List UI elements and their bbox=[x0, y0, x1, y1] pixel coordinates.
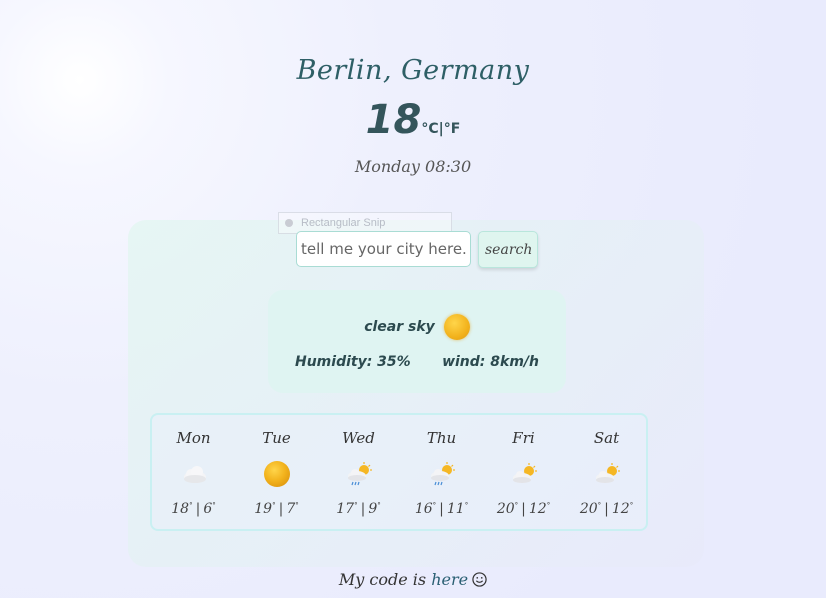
forecast-min-temp: 12 bbox=[611, 501, 630, 517]
sun-cloud-rain-icon bbox=[344, 459, 374, 489]
forecast-day-name: Fri bbox=[512, 429, 535, 447]
forecast-day: Fri 20° | 12° bbox=[482, 415, 565, 529]
sun-cloud-icon bbox=[592, 459, 622, 489]
forecast-temps: 17° | 9° bbox=[317, 501, 400, 517]
forecast-day: Wed 17° | 9° bbox=[317, 415, 400, 529]
sun-cloud-icon bbox=[509, 459, 539, 489]
fahrenheit-link[interactable]: °F bbox=[444, 121, 461, 137]
temp-separator: | bbox=[360, 501, 366, 517]
smiley-icon bbox=[472, 572, 487, 587]
forecast-max-temp: 17 bbox=[336, 501, 355, 517]
forecast-min-temp: 9 bbox=[368, 501, 378, 517]
cloud-icon bbox=[179, 459, 209, 489]
forecast-day-name: Wed bbox=[342, 429, 375, 447]
unit-toggle: °C|°F bbox=[421, 121, 460, 137]
temperature-value: 18 bbox=[365, 97, 422, 143]
humidity-text: Humidity: 35% bbox=[295, 354, 411, 370]
sun-icon bbox=[443, 314, 470, 340]
search-button[interactable]: search bbox=[478, 231, 538, 268]
degree-symbol: ° bbox=[464, 501, 469, 510]
snip-label: Rectangular Snip bbox=[301, 217, 386, 229]
forecast-panel: Mon 18° | 6° Tue 19° | 7° Wed 17° | 9° Thu 16° | 11° Fri… bbox=[150, 413, 648, 531]
wind-text: wind: 8km/h bbox=[442, 354, 539, 370]
degree-symbol: ° bbox=[629, 501, 634, 510]
forecast-day: Mon 18° | 6° bbox=[152, 415, 235, 529]
forecast-day: Thu 16° | 11° bbox=[400, 415, 483, 529]
forecast-temps: 20° | 12° bbox=[565, 501, 648, 517]
forecast-max-temp: 20 bbox=[579, 501, 598, 517]
forecast-min-temp: 12 bbox=[528, 501, 547, 517]
forecast-max-temp: 20 bbox=[496, 501, 515, 517]
degree-symbol: ° bbox=[272, 501, 276, 510]
degree-symbol: ° bbox=[354, 501, 358, 510]
weather-details-row: Humidity: 35% wind: 8km/h bbox=[295, 354, 539, 370]
search-input[interactable] bbox=[296, 231, 471, 267]
current-weather-panel: clear sky Humidity: 35% wind: 8km/h bbox=[268, 290, 566, 393]
degree-symbol: ° bbox=[189, 501, 193, 510]
forecast-max-temp: 18 bbox=[171, 501, 190, 517]
current-datetime: Monday 08:30 bbox=[354, 157, 472, 176]
forecast-temps: 20° | 12° bbox=[482, 501, 565, 517]
city-title: Berlin, Germany bbox=[296, 55, 530, 86]
forecast-temps: 19° | 7° bbox=[235, 501, 318, 517]
forecast-temps: 16° | 11° bbox=[400, 501, 483, 517]
forecast-day-name: Mon bbox=[176, 429, 211, 447]
forecast-max-temp: 19 bbox=[254, 501, 273, 517]
forecast-min-temp: 7 bbox=[286, 501, 296, 517]
forecast-temps: 18° | 6° bbox=[152, 501, 235, 517]
footer: My code is here bbox=[0, 570, 826, 589]
footer-text: My code is bbox=[338, 570, 427, 589]
temp-separator: | bbox=[521, 501, 526, 517]
degree-symbol: ° bbox=[212, 501, 216, 510]
weather-description: clear sky bbox=[364, 319, 435, 335]
sun-cloud-rain-icon bbox=[427, 459, 457, 489]
temperature-display: 18°C|°F bbox=[0, 97, 826, 143]
forecast-min-temp: 6 bbox=[203, 501, 213, 517]
forecast-max-temp: 16 bbox=[414, 501, 433, 517]
code-link[interactable]: here bbox=[431, 570, 468, 589]
temp-separator: | bbox=[604, 501, 609, 517]
forecast-day-name: Tue bbox=[262, 429, 291, 447]
degree-symbol: ° bbox=[597, 501, 602, 510]
forecast-min-temp: 11 bbox=[446, 501, 465, 517]
degree-symbol: ° bbox=[514, 501, 519, 510]
forecast-day-name: Sat bbox=[593, 429, 620, 447]
temp-separator: | bbox=[195, 501, 201, 517]
snip-icon bbox=[285, 219, 293, 227]
temp-separator: | bbox=[278, 501, 284, 517]
degree-symbol: ° bbox=[546, 501, 551, 510]
forecast-day-name: Thu bbox=[426, 429, 457, 447]
temp-separator: | bbox=[439, 501, 444, 517]
degree-symbol: ° bbox=[295, 501, 299, 510]
weather-description-row: clear sky bbox=[268, 314, 566, 340]
degree-symbol: ° bbox=[377, 501, 381, 510]
celsius-link[interactable]: °C bbox=[421, 121, 438, 137]
forecast-day: Tue 19° | 7° bbox=[235, 415, 318, 529]
degree-symbol: ° bbox=[432, 501, 437, 510]
sun-icon bbox=[262, 459, 292, 489]
forecast-day: Sat 20° | 12° bbox=[565, 415, 648, 529]
